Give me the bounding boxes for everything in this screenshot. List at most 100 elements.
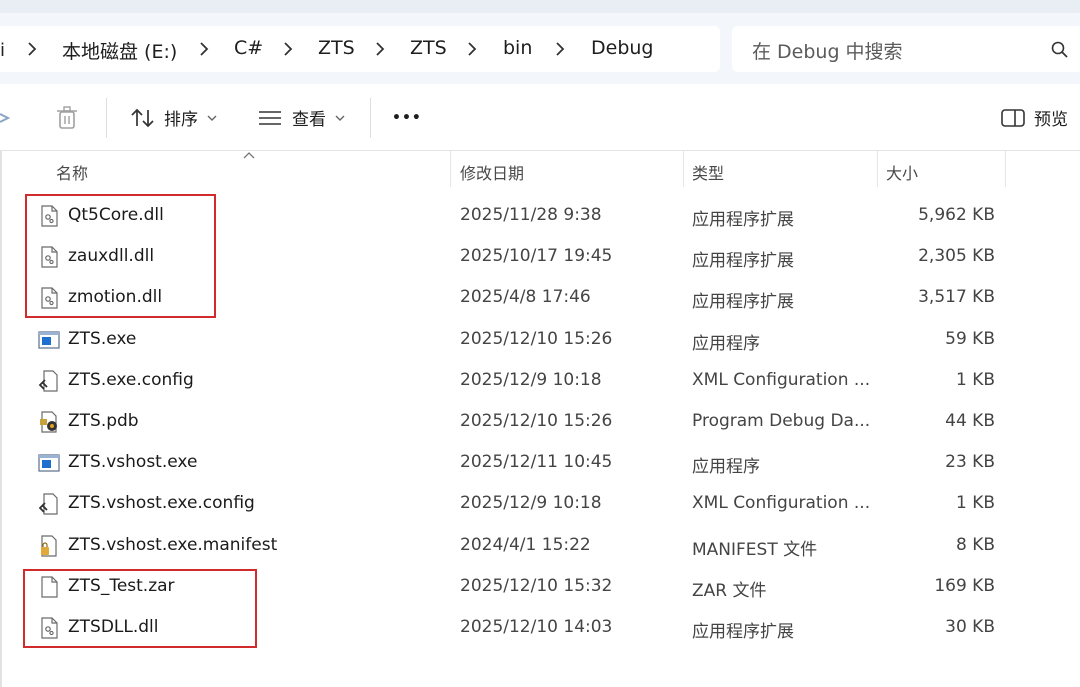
search-placeholder: 在 Debug 中搜索	[752, 41, 903, 63]
column-header-name[interactable]: 名称	[56, 160, 88, 184]
sort-ascending-icon	[243, 152, 255, 159]
file-row[interactable]: ZTS.vshost.exe.manifest 2024/4/1 15:22 MAN…	[22, 525, 1022, 566]
view-button[interactable]: 查看	[258, 84, 346, 151]
file-type: XML Configuration ...	[692, 369, 871, 390]
search-input[interactable]: 在 Debug 中搜索	[732, 26, 1080, 72]
column-header-size[interactable]: 大小	[886, 160, 918, 184]
file-name: ZTS.vshost.exe.manifest	[68, 534, 278, 555]
file-size: 3,517 KB	[918, 287, 995, 308]
pdb-file-icon	[38, 411, 60, 433]
sort-button[interactable]: 排序	[130, 84, 218, 151]
file-name: zmotion.dll	[68, 287, 163, 308]
file-row[interactable]: ZTS.exe 2025/12/10 15:26 应用程序 59 KB	[22, 319, 1022, 360]
file-name: ZTS.exe.config	[68, 369, 194, 390]
toolbar-divider	[106, 98, 107, 138]
file-row[interactable]: zauxdll.dll 2025/10/17 19:45 应用程序扩展 2,305 K…	[22, 236, 1022, 277]
list-view-icon	[259, 110, 281, 125]
search-icon[interactable]	[1050, 40, 1070, 60]
config-file-icon	[38, 493, 60, 515]
column-separator[interactable]	[683, 151, 684, 187]
column-header-date[interactable]: 修改日期	[460, 160, 524, 184]
column-header-type[interactable]: 类型	[692, 160, 724, 184]
generic-file-icon	[38, 576, 60, 598]
file-row[interactable]: ZTS.exe.config 2025/12/9 10:18 XML Configu…	[22, 360, 1022, 401]
breadcrumb-item-zts[interactable]: ZTS	[318, 37, 355, 59]
file-modified-date: 2024/4/1 15:22	[460, 534, 591, 555]
breadcrumb-item-csharp[interactable]: C#	[234, 37, 263, 59]
file-row[interactable]: zmotion.dll 2025/4/8 17:46 应用程序扩展 3,517 KB	[22, 277, 1022, 318]
file-name: ZTS_Test.zar	[68, 575, 175, 596]
file-name: ZTS.vshost.exe	[68, 452, 198, 473]
file-size: 8 KB	[955, 534, 995, 555]
preview-pane-button[interactable]: 预览	[1000, 84, 1068, 151]
file-modified-date: 2025/12/10 15:26	[460, 411, 613, 431]
file-name: ZTS.pdb	[68, 411, 139, 431]
file-type: 应用程序扩展	[692, 622, 794, 642]
delete-button[interactable]	[55, 84, 79, 151]
file-modified-date: 2025/12/11 10:45	[460, 452, 613, 473]
chevron-right-icon[interactable]	[26, 41, 38, 57]
dll-file-icon	[38, 205, 60, 227]
share-icon	[0, 112, 11, 123]
chevron-down-icon	[207, 115, 217, 121]
file-modified-date: 2025/4/8 17:46	[460, 287, 591, 308]
sort-icon	[131, 108, 154, 127]
file-row[interactable]: ZTS.vshost.exe 2025/12/11 10:45 应用程序 23 KB	[22, 442, 1022, 483]
file-row[interactable]: Qt5Core.dll 2025/11/28 9:38 应用程序扩展 5,962 KB	[22, 195, 1022, 236]
command-bar: 排序 查看 ••• 预览	[0, 84, 1080, 151]
chevron-down-icon	[335, 115, 345, 121]
file-row[interactable]: ZTS.vshost.exe.config 2025/12/9 10:18 XML …	[22, 483, 1022, 524]
more-options-button[interactable]: •••	[392, 84, 422, 151]
file-modified-date: 2025/12/9 10:18	[460, 369, 602, 390]
pane-border	[0, 151, 2, 687]
column-separator[interactable]	[450, 151, 451, 187]
preview-pane-icon	[1001, 108, 1025, 127]
file-modified-date: 2025/12/9 10:18	[460, 493, 602, 514]
file-size: 5,962 KB	[918, 205, 995, 225]
config-file-icon	[38, 370, 60, 392]
chevron-right-icon[interactable]	[466, 41, 478, 57]
file-type: XML Configuration ...	[692, 493, 871, 514]
breadcrumb-lead: i	[0, 40, 6, 61]
file-name: ZTS.exe	[68, 328, 137, 349]
file-type: 应用程序	[692, 333, 760, 354]
share-button[interactable]	[0, 84, 12, 151]
file-size: 169 KB	[934, 575, 995, 596]
file-size: 30 KB	[945, 617, 995, 637]
file-modified-date: 2025/11/28 9:38	[460, 205, 602, 225]
file-row[interactable]: ZTS_Test.zar 2025/12/10 15:32 ZAR 文件 169 KB	[22, 566, 1022, 607]
file-size: 1 KB	[955, 369, 995, 390]
address-bar[interactable]: i 本地磁盘 (E:) C# ZTS ZTS bin Debug	[0, 26, 720, 72]
file-modified-date: 2025/12/10 14:03	[460, 617, 613, 637]
column-separator[interactable]	[877, 151, 878, 187]
file-type: Program Debug Da...	[692, 411, 871, 431]
file-name: zauxdll.dll	[68, 246, 155, 267]
file-size: 44 KB	[945, 411, 995, 431]
exe-file-icon	[38, 329, 60, 351]
file-type: 应用程序扩展	[692, 292, 794, 313]
file-row[interactable]: ZTS.pdb 2025/12/10 15:26 Program Debug Da.…	[22, 401, 1022, 442]
breadcrumb-item-bin[interactable]: bin	[503, 37, 532, 59]
file-modified-date: 2025/10/17 19:45	[460, 246, 613, 267]
chevron-right-icon[interactable]	[282, 41, 294, 57]
column-separator[interactable]	[1005, 151, 1006, 187]
chevron-right-icon[interactable]	[198, 41, 210, 57]
file-row[interactable]: ZTSDLL.dll 2025/12/10 14:03 应用程序扩展 30 KB	[22, 607, 1022, 648]
file-name: ZTS.vshost.exe.config	[68, 493, 255, 514]
chevron-right-icon[interactable]	[374, 41, 386, 57]
dll-file-icon	[38, 617, 60, 639]
dll-file-icon	[38, 287, 60, 309]
column-header-row: 名称 修改日期 类型 大小	[0, 151, 1080, 191]
file-type: 应用程序扩展	[692, 210, 794, 230]
file-type: MANIFEST 文件	[692, 539, 818, 560]
file-type: ZAR 文件	[692, 580, 767, 601]
chevron-right-icon[interactable]	[554, 41, 566, 57]
breadcrumb-item-drive[interactable]: 本地磁盘 (E:)	[62, 37, 177, 64]
file-type: 应用程序	[692, 457, 760, 478]
breadcrumb-item-zts-sub[interactable]: ZTS	[410, 37, 447, 59]
breadcrumb-item-debug[interactable]: Debug	[591, 37, 653, 59]
exe-file-icon	[38, 452, 60, 474]
trash-icon	[57, 105, 77, 129]
file-size: 1 KB	[955, 493, 995, 514]
title-strip	[0, 0, 1080, 13]
